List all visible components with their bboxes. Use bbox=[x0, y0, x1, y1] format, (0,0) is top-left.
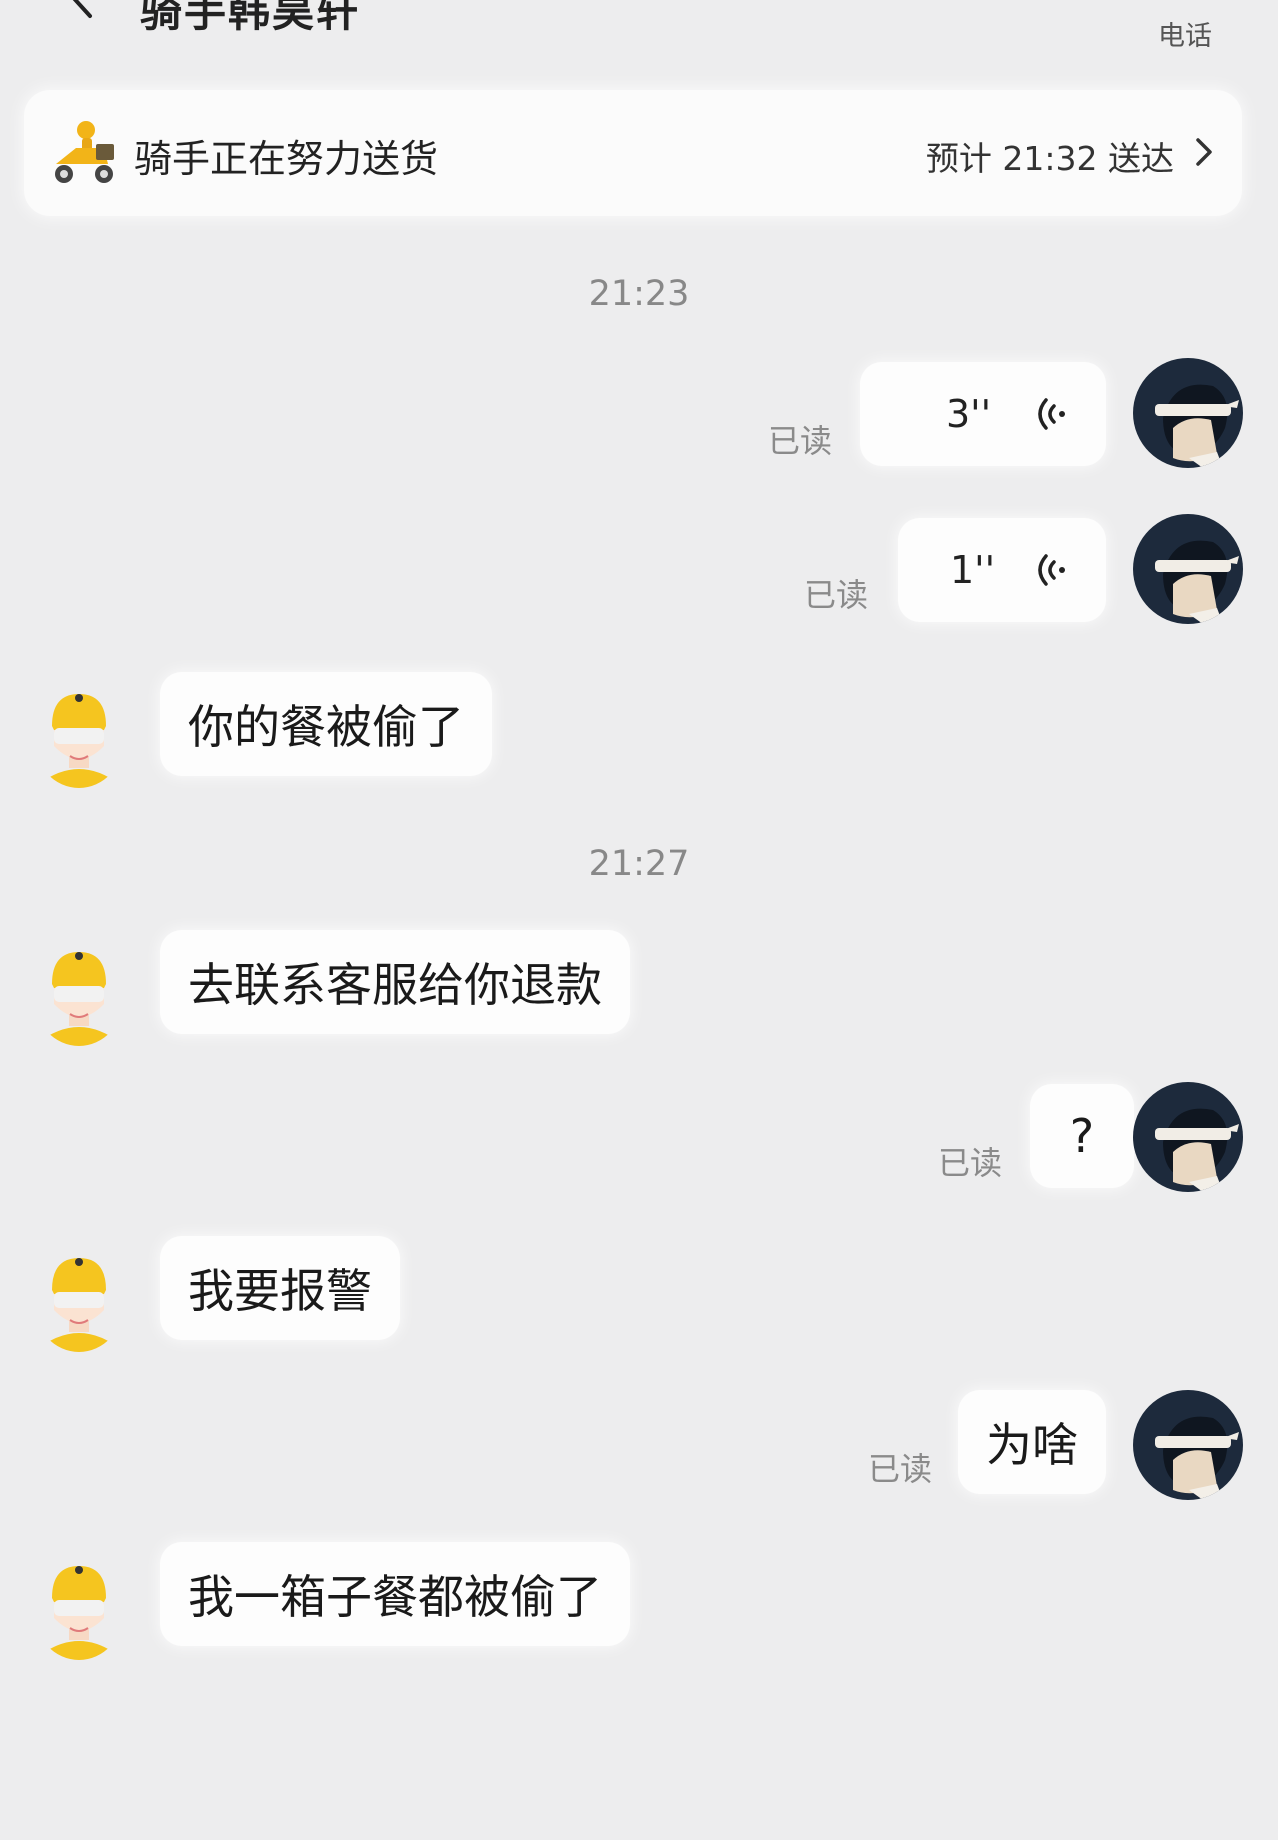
my-avatar[interactable] bbox=[1133, 1082, 1243, 1192]
delivery-status-card[interactable]: 骑手正在努力送货 预计 21:32 送达 bbox=[24, 90, 1242, 216]
rider-message: 我要报警 bbox=[160, 1236, 400, 1340]
delivery-status-text: 骑手正在努力送货 bbox=[134, 137, 439, 181]
rider-message: 我一箱子餐都被偷了 bbox=[160, 1542, 630, 1646]
rider-avatar[interactable] bbox=[34, 948, 124, 1046]
message-text: 去联系客服给你退款 bbox=[188, 958, 602, 1012]
voice-duration: 1'' bbox=[950, 548, 996, 592]
top-bar: 骑手韩昊轩 电话 bbox=[0, 0, 1278, 80]
voice-duration: 3'' bbox=[946, 392, 992, 436]
rider-avatar[interactable] bbox=[34, 1562, 124, 1660]
read-receipt: 已读 bbox=[938, 1144, 1003, 1182]
my-avatar[interactable] bbox=[1133, 358, 1243, 468]
phone-button[interactable]: 电话 bbox=[1158, 14, 1212, 53]
message-text: 我一箱子餐都被偷了 bbox=[188, 1570, 602, 1624]
read-receipt: 已读 bbox=[768, 422, 833, 460]
timestamp: 21:27 bbox=[588, 844, 690, 884]
voice-message[interactable]: 3'' bbox=[860, 362, 1106, 466]
read-receipt: 已读 bbox=[804, 576, 869, 614]
my-message: ? bbox=[1030, 1084, 1134, 1188]
message-text: ? bbox=[1069, 1109, 1095, 1163]
timestamp: 21:23 bbox=[588, 274, 690, 314]
rider-avatar[interactable] bbox=[34, 690, 124, 788]
chat-title: 骑手韩昊轩 bbox=[140, 0, 361, 36]
my-avatar[interactable] bbox=[1133, 514, 1243, 624]
rider-avatar[interactable] bbox=[34, 1254, 124, 1352]
message-text: 为啥 bbox=[986, 1418, 1078, 1472]
voice-wave-icon bbox=[1032, 394, 1068, 434]
chevron-right-icon bbox=[1192, 134, 1216, 170]
rider-scooter-icon bbox=[46, 118, 120, 188]
my-avatar[interactable] bbox=[1133, 1390, 1243, 1500]
back-icon[interactable] bbox=[66, 0, 96, 20]
read-receipt: 已读 bbox=[868, 1450, 933, 1488]
chat-screen: 骑手韩昊轩 电话 骑手正在努力送货 预计 21:32 送达 21:23 已读 3… bbox=[0, 0, 1278, 1840]
eta-text: 预计 21:32 送达 bbox=[925, 139, 1174, 178]
message-text: 你的餐被偷了 bbox=[188, 700, 464, 754]
my-message: 为啥 bbox=[958, 1390, 1106, 1494]
message-text: 我要报警 bbox=[188, 1264, 372, 1318]
voice-wave-icon bbox=[1032, 550, 1068, 590]
rider-message: 你的餐被偷了 bbox=[160, 672, 492, 776]
voice-message[interactable]: 1'' bbox=[898, 518, 1106, 622]
rider-message: 去联系客服给你退款 bbox=[160, 930, 630, 1034]
